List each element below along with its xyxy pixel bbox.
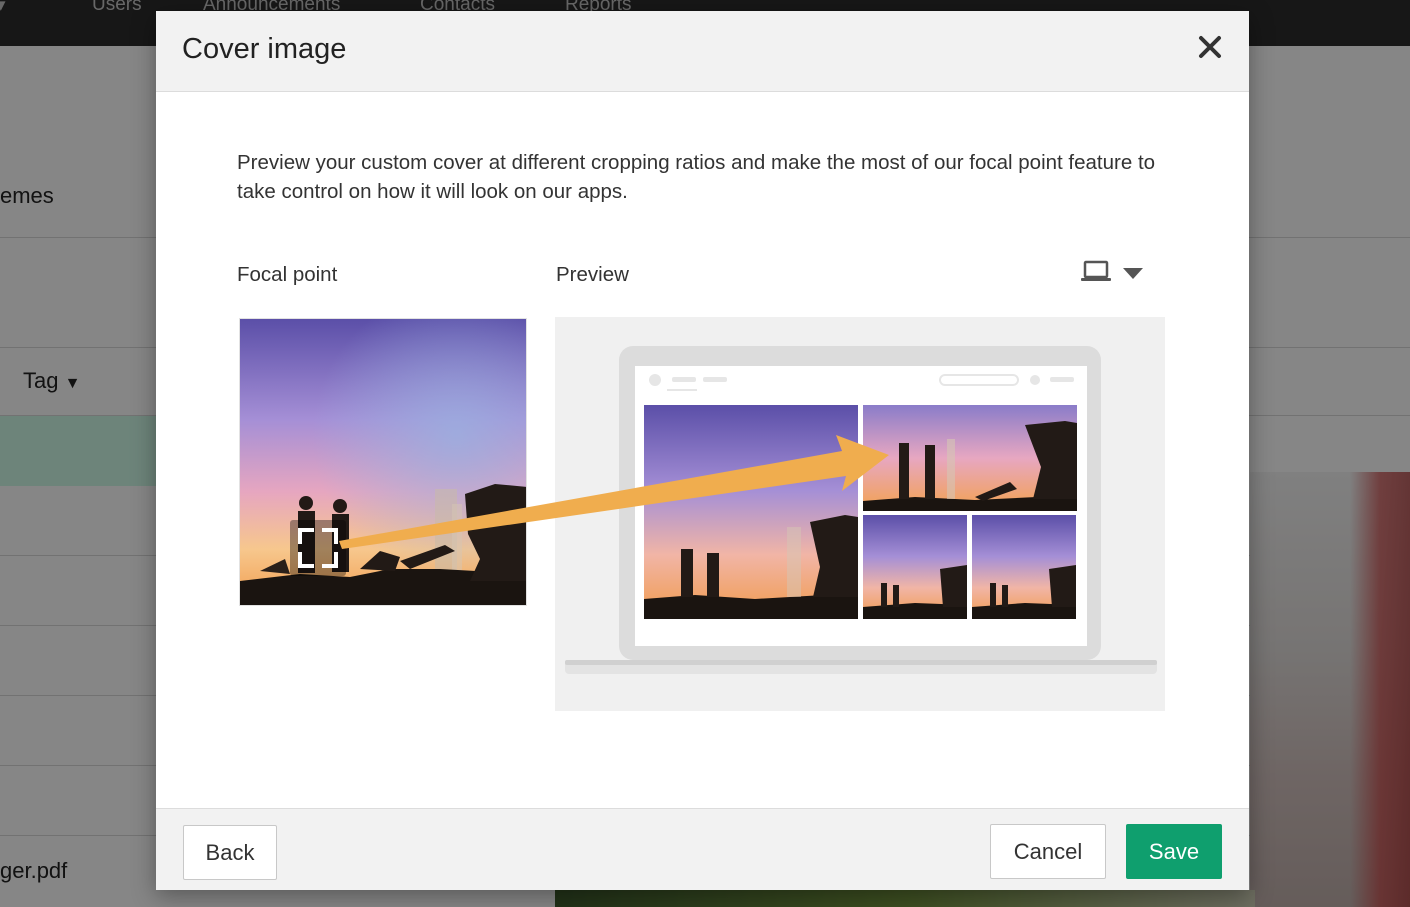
modal-description: Preview your custom cover at different c… — [237, 151, 1156, 203]
save-button[interactable]: Save — [1126, 824, 1222, 879]
preview-panel — [555, 317, 1165, 711]
modal-footer: Back Cancel Save — [156, 808, 1249, 890]
chevron-down-icon — [1123, 268, 1143, 279]
device-selector[interactable] — [1081, 258, 1147, 288]
focal-point-marker[interactable] — [290, 520, 346, 576]
preview-label: Preview — [556, 263, 629, 286]
modal-title: Cover image — [182, 33, 347, 65]
cancel-button[interactable]: Cancel — [990, 824, 1106, 879]
close-icon[interactable] — [1196, 33, 1224, 61]
focus-frame-icon — [298, 528, 338, 568]
laptop-icon — [1081, 260, 1111, 281]
cover-image-modal: Cover image Preview your custom cover at… — [156, 11, 1249, 890]
focal-point-label: Focal point — [237, 263, 338, 286]
modal-header: Cover image — [156, 11, 1249, 92]
back-button[interactable]: Back — [183, 825, 277, 880]
focal-point-image[interactable] — [239, 318, 527, 606]
